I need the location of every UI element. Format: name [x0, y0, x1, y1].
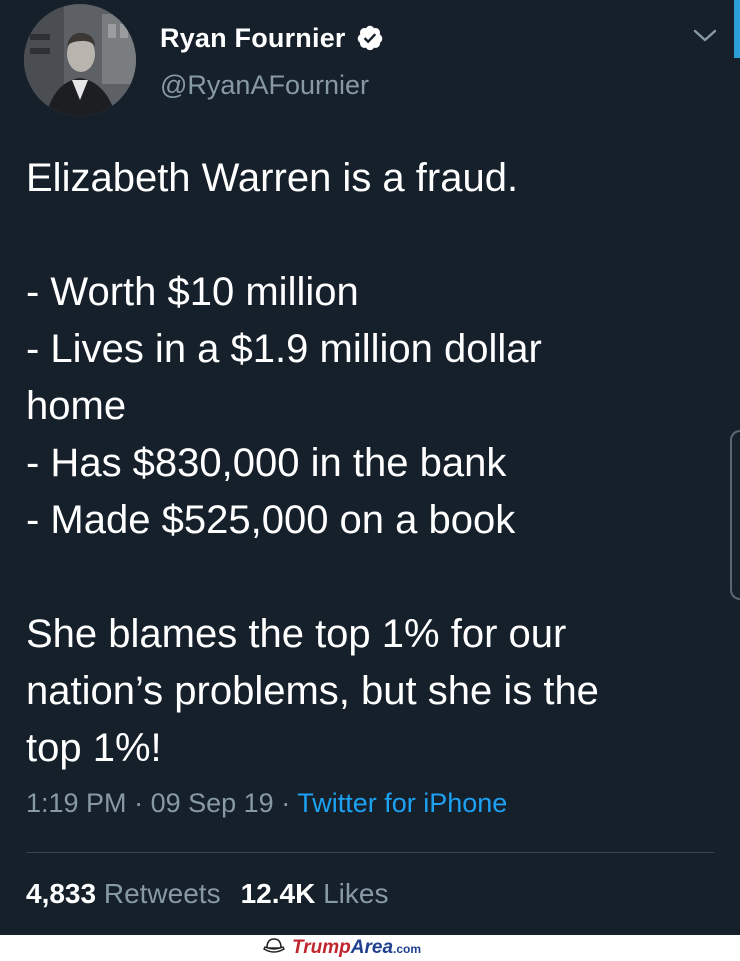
scrollbar-thumb[interactable]	[730, 430, 740, 600]
tweet-text-line	[26, 207, 716, 264]
retweets-count: 4,833	[26, 878, 97, 909]
retweets-label: Retweets	[103, 878, 221, 909]
tweet-text-line: top 1%!	[26, 726, 162, 770]
tweet-text-line: - Has $830,000 in the bank	[26, 441, 507, 485]
tweet-text-line: nation’s problems, but she is the	[26, 669, 599, 713]
tweet-metadata: 1:19 PM · 09 Sep 19 · Twitter for iPhone	[26, 788, 507, 819]
tweet-card: Ryan Fournier @RyanAFournier Elizabeth W…	[0, 0, 740, 935]
likes-stat[interactable]: 12.4K Likes	[241, 878, 389, 909]
tweet-text-line: - Lives in a $1.9 million dollar	[26, 327, 542, 371]
chevron-down-icon[interactable]	[692, 26, 718, 46]
watermark-hat-icon	[262, 936, 286, 961]
tweet-time[interactable]: 1:19 PM	[26, 788, 127, 818]
divider	[26, 852, 714, 853]
tweet-text-line: Elizabeth Warren is a fraud.	[26, 156, 519, 200]
tweet-source-link[interactable]: Twitter for iPhone	[297, 788, 507, 818]
tweet-text-line: - Made $525,000 on a book	[26, 498, 516, 542]
avatar[interactable]	[24, 4, 136, 116]
likes-count: 12.4K	[240, 878, 316, 909]
retweets-stat[interactable]: 4,833 Retweets	[26, 878, 221, 909]
user-handle[interactable]: @RyanAFournier	[160, 70, 369, 101]
tweet-date[interactable]: 09 Sep 19	[151, 788, 274, 818]
avatar-photo	[24, 4, 136, 116]
watermark: TrumpArea.com	[262, 937, 421, 959]
meta-separator: ·	[281, 788, 291, 818]
author-name-row[interactable]: Ryan Fournier	[160, 18, 384, 58]
tweet-text-line: - Worth $10 million	[26, 270, 359, 314]
watermark-logo: TrumpArea.com	[292, 937, 422, 958]
verified-badge-icon	[356, 24, 384, 52]
likes-label: Likes	[323, 878, 389, 909]
display-name[interactable]: Ryan Fournier	[160, 23, 346, 54]
scroll-indicator	[734, 0, 740, 58]
tweet-stats: 4,833 Retweets 12.4K Likes	[26, 878, 388, 910]
tweet-text-line: She blames the top 1% for our	[26, 612, 567, 656]
tweet-text-line: home	[26, 384, 127, 428]
tweet-text: Elizabeth Warren is a fraud. - Worth $10…	[26, 150, 716, 777]
tweet-text-line	[26, 549, 716, 606]
meta-separator: ·	[134, 788, 144, 818]
